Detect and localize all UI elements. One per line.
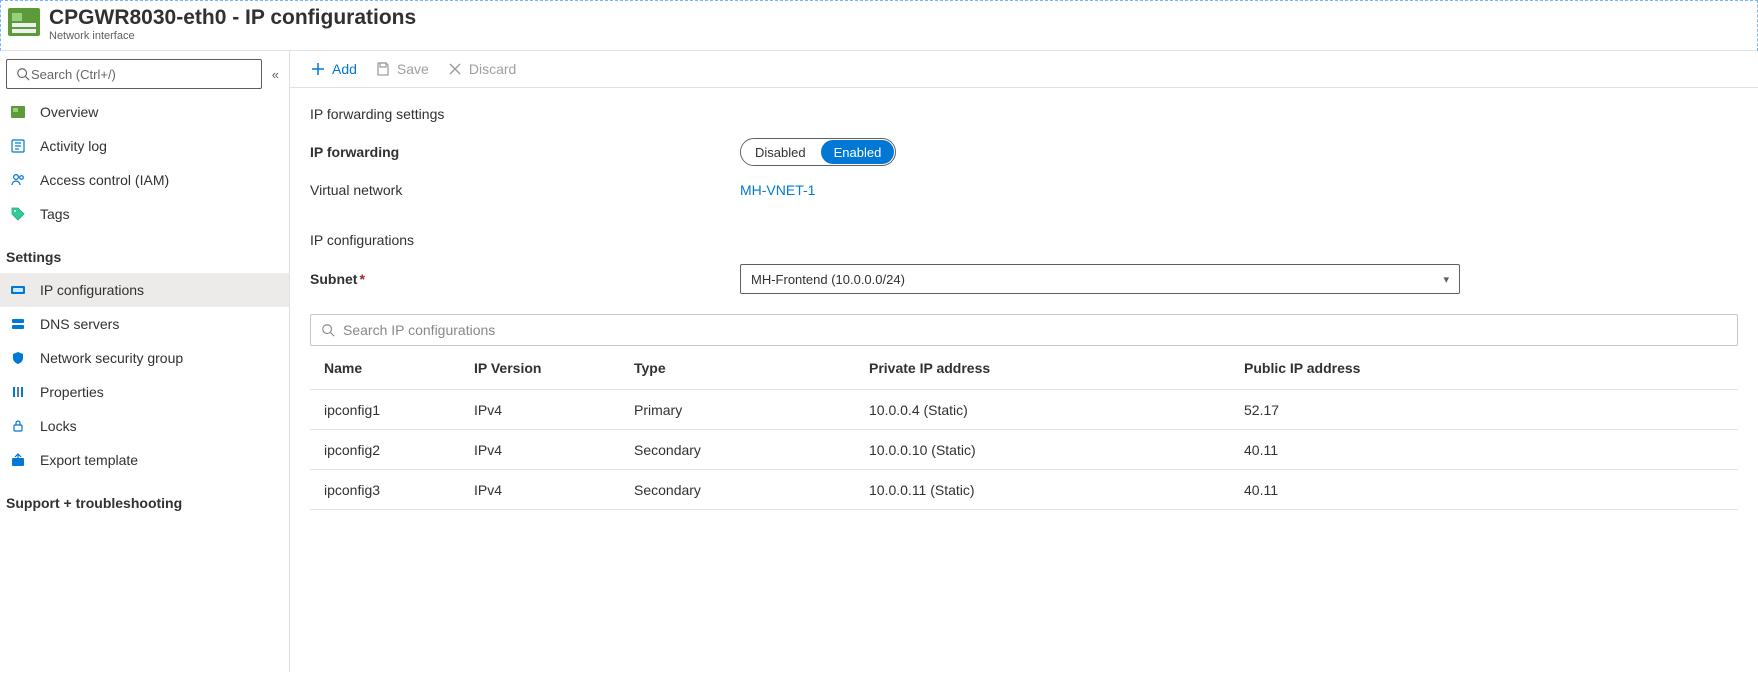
dns-icon: [10, 316, 26, 332]
resource-mini-icon: [10, 104, 26, 120]
sidebar-item-export-template[interactable]: Export template: [0, 443, 289, 477]
cell-public-ip: 52.17: [1230, 402, 1738, 418]
export-icon: [10, 452, 26, 468]
save-button[interactable]: Save: [375, 61, 429, 77]
sidebar-item-properties[interactable]: Properties: [0, 375, 289, 409]
cell-ip-version: IPv4: [460, 482, 620, 498]
subnet-select[interactable]: MH-Frontend (10.0.0.0/24) ▾: [740, 264, 1460, 294]
chevron-down-icon: ▾: [1443, 273, 1449, 286]
sidebar-item-dns-servers[interactable]: DNS servers: [0, 307, 289, 341]
sidebar-item-label: Activity log: [40, 138, 107, 154]
table-row[interactable]: ipconfig1 IPv4 Primary 10.0.0.4 (Static)…: [310, 390, 1738, 430]
sidebar-item-locks[interactable]: Locks: [0, 409, 289, 443]
field-label-virtual-network: Virtual network: [310, 182, 740, 198]
sidebar-group-title-settings: Settings: [0, 231, 289, 273]
table-header: Name IP Version Type Private IP address …: [310, 346, 1738, 390]
subnet-select-value: MH-Frontend (10.0.0.0/24): [751, 272, 905, 287]
shield-icon: [10, 350, 26, 366]
discard-button[interactable]: Discard: [447, 61, 516, 77]
cell-type: Secondary: [620, 482, 855, 498]
section-title-ip-configurations: IP configurations: [310, 232, 1738, 248]
cell-private-ip: 10.0.0.4 (Static): [855, 402, 1230, 418]
search-icon: [15, 66, 31, 82]
people-icon: [10, 172, 26, 188]
toolbar-label: Discard: [469, 61, 516, 77]
sidebar-group-title-support: Support + troubleshooting: [0, 477, 289, 519]
sidebar-search-input[interactable]: [31, 67, 253, 82]
toolbar-label: Save: [397, 61, 429, 77]
col-header-name[interactable]: Name: [310, 360, 460, 376]
toggle-option-disabled[interactable]: Disabled: [741, 139, 820, 165]
plus-icon: [310, 61, 326, 77]
field-label-ip-forwarding: IP forwarding: [310, 144, 740, 160]
col-header-type[interactable]: Type: [620, 360, 855, 376]
sidebar-item-label: Network security group: [40, 350, 183, 366]
sidebar-item-label: Overview: [40, 104, 98, 120]
sidebar-item-overview[interactable]: Overview: [0, 95, 289, 129]
col-header-ip-version[interactable]: IP Version: [460, 360, 620, 376]
cell-name: ipconfig1: [310, 402, 460, 418]
main-content: Add Save Discard IP forwarding settings …: [290, 51, 1758, 672]
cell-public-ip: 40.11: [1230, 482, 1738, 498]
close-icon: [447, 61, 463, 77]
table-row[interactable]: ipconfig3 IPv4 Secondary 10.0.0.11 (Stat…: [310, 470, 1738, 510]
activity-log-icon: [10, 138, 26, 154]
sidebar-item-label: Properties: [40, 384, 104, 400]
sidebar-search[interactable]: [6, 59, 262, 89]
sidebar-item-label: Access control (IAM): [40, 172, 169, 188]
sidebar-item-tags[interactable]: Tags: [0, 197, 289, 231]
ip-config-table: Name IP Version Type Private IP address …: [310, 346, 1738, 510]
col-header-private-ip[interactable]: Private IP address: [855, 360, 1230, 376]
field-label-subnet: Subnet*: [310, 271, 740, 287]
cell-type: Primary: [620, 402, 855, 418]
ip-config-search[interactable]: [310, 314, 1738, 346]
cell-name: ipconfig2: [310, 442, 460, 458]
sidebar-item-label: Export template: [40, 452, 138, 468]
tag-icon: [10, 206, 26, 222]
cell-ip-version: IPv4: [460, 442, 620, 458]
toggle-option-enabled[interactable]: Enabled: [821, 140, 895, 164]
save-icon: [375, 61, 391, 77]
properties-icon: [10, 384, 26, 400]
toolbar: Add Save Discard: [290, 51, 1758, 88]
page-header: CPGWR8030-eth0 - IP configurations Netwo…: [0, 0, 1758, 51]
page-title: CPGWR8030-eth0 - IP configurations: [49, 5, 416, 30]
sidebar-item-label: IP configurations: [40, 282, 144, 298]
chevron-double-left-icon: «: [272, 67, 279, 82]
sidebar-collapse[interactable]: «: [268, 63, 283, 86]
sidebar-item-ip-configurations[interactable]: IP configurations: [0, 273, 289, 307]
sidebar-item-label: Tags: [40, 206, 70, 222]
ip-config-search-input[interactable]: [343, 322, 1727, 338]
ip-config-icon: [10, 282, 26, 298]
lock-icon: [10, 418, 26, 434]
required-indicator: *: [359, 271, 364, 287]
sidebar: « Overview Activity log Access control (…: [0, 51, 290, 672]
cell-private-ip: 10.0.0.11 (Static): [855, 482, 1230, 498]
col-header-public-ip[interactable]: Public IP address: [1230, 360, 1738, 376]
sidebar-item-activity-log[interactable]: Activity log: [0, 129, 289, 163]
page-subtitle: Network interface: [49, 30, 416, 42]
cell-type: Secondary: [620, 442, 855, 458]
sidebar-item-label: Locks: [40, 418, 77, 434]
cell-public-ip: 40.11: [1230, 442, 1738, 458]
sidebar-item-label: DNS servers: [40, 316, 119, 332]
sidebar-item-network-security-group[interactable]: Network security group: [0, 341, 289, 375]
toolbar-label: Add: [332, 61, 357, 77]
sidebar-item-access-control[interactable]: Access control (IAM): [0, 163, 289, 197]
section-title-ip-forwarding: IP forwarding settings: [310, 106, 1738, 122]
search-icon: [321, 323, 335, 337]
cell-name: ipconfig3: [310, 482, 460, 498]
add-button[interactable]: Add: [310, 61, 357, 77]
virtual-network-link[interactable]: MH-VNET-1: [740, 182, 815, 198]
cell-ip-version: IPv4: [460, 402, 620, 418]
resource-icon: [7, 5, 41, 39]
table-row[interactable]: ipconfig2 IPv4 Secondary 10.0.0.10 (Stat…: [310, 430, 1738, 470]
cell-private-ip: 10.0.0.10 (Static): [855, 442, 1230, 458]
ip-forwarding-toggle[interactable]: Disabled Enabled: [740, 138, 896, 166]
